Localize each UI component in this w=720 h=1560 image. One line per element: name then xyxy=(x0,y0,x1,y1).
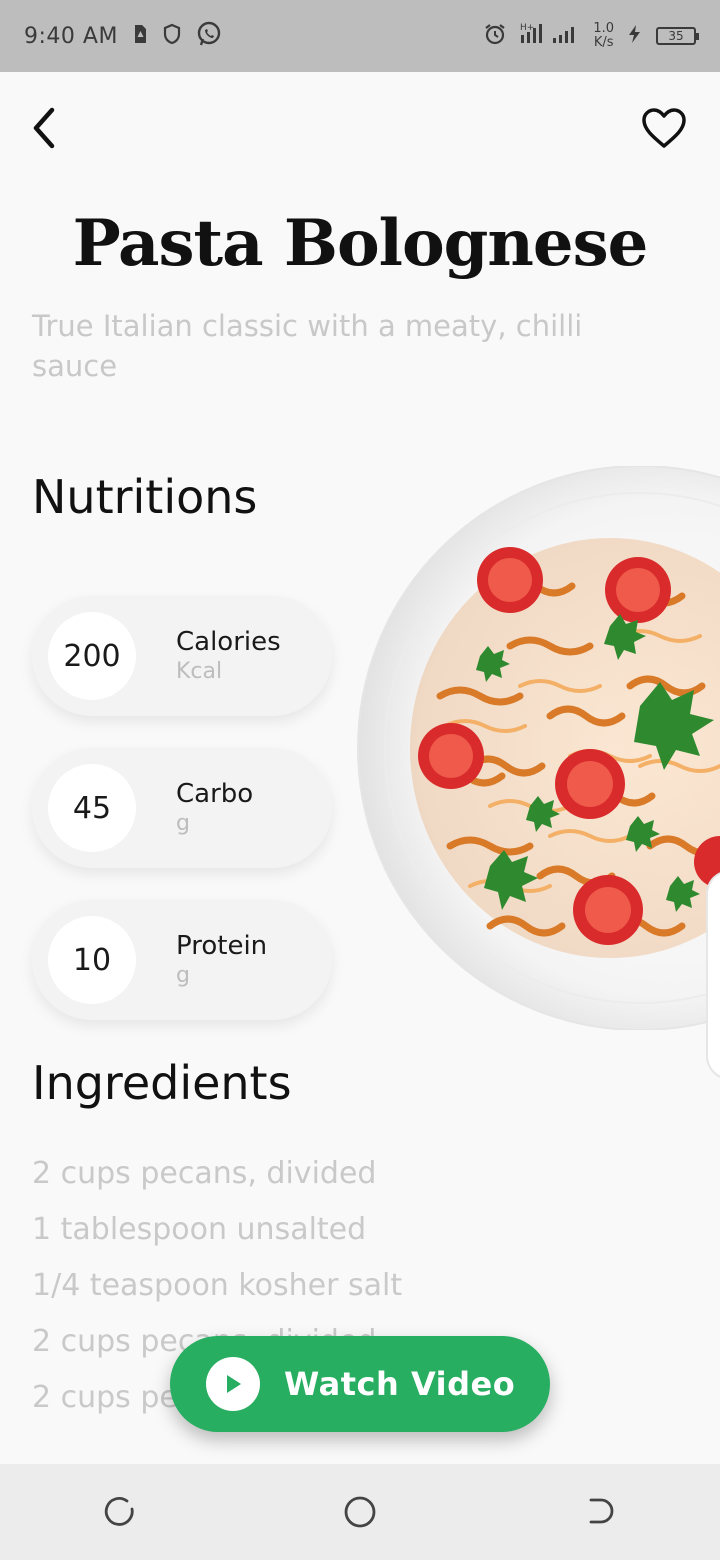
play-icon xyxy=(206,1357,260,1411)
ingredient-item: 2 cups pecans, divided xyxy=(32,1156,377,1191)
home-button[interactable] xyxy=(330,1482,390,1542)
dish-image xyxy=(350,466,720,1030)
home-icon xyxy=(344,1496,376,1528)
sim-icon xyxy=(132,23,148,49)
whatsapp-icon xyxy=(196,21,222,51)
nutrition-name: Carbo xyxy=(176,779,254,809)
nutrition-value: 45 xyxy=(48,764,136,852)
shield-icon xyxy=(162,23,182,49)
favorite-button[interactable] xyxy=(640,106,688,150)
watch-video-label: Watch Video xyxy=(284,1365,516,1403)
nutrition-item-carbo: 45 Carbo g xyxy=(32,748,332,868)
net-speed: 1.0 K/s xyxy=(593,22,614,50)
nutrition-title: Nutritions xyxy=(32,470,258,524)
nutrition-unit: Kcal xyxy=(176,659,223,684)
ingredients-title: Ingredients xyxy=(32,1056,292,1110)
side-drawer-handle[interactable] xyxy=(706,870,720,1080)
status-left: 9:40 AM xyxy=(24,21,222,51)
system-nav-bar xyxy=(0,1464,720,1560)
nutrition-item-calories: 200 Calories Kcal xyxy=(32,596,332,716)
nutrition-value: 10 xyxy=(48,916,136,1004)
nutrition-text: Carbo g xyxy=(176,778,253,838)
chevron-left-icon xyxy=(33,107,55,149)
watch-video-button[interactable]: Watch Video xyxy=(170,1336,550,1432)
ingredient-item: 1/4 teaspoon kosher salt xyxy=(32,1268,403,1303)
alarm-icon xyxy=(483,22,507,50)
nutrition-list: 200 Calories Kcal 45 Carbo g 10 Protein … xyxy=(32,596,332,1052)
heart-icon xyxy=(642,108,686,148)
recipe-title: Pasta Bolognese xyxy=(72,206,649,281)
charging-icon xyxy=(626,24,644,48)
recipe-subtitle: True Italian classic with a meaty, chill… xyxy=(32,309,583,383)
nutrition-unit: g xyxy=(176,963,190,988)
back-nav-button[interactable] xyxy=(570,1482,630,1542)
nutrition-unit: g xyxy=(176,811,190,836)
net-speed-unit: K/s xyxy=(593,35,614,50)
battery-icon: 35 xyxy=(656,27,699,45)
nutrition-text: Protein g xyxy=(176,930,267,990)
svg-text:H+: H+ xyxy=(520,23,534,33)
status-bar: 9:40 AM H+ 1.0 K/s 35 xyxy=(0,0,720,72)
nutrition-value: 200 xyxy=(48,612,136,700)
nutrition-text: Calories Kcal xyxy=(176,626,281,686)
recents-button[interactable] xyxy=(90,1482,150,1542)
nutrition-item-protein: 10 Protein g xyxy=(32,900,332,1020)
recents-icon xyxy=(104,1497,134,1526)
net-speed-value: 1.0 xyxy=(593,21,614,36)
signal-icon: H+ xyxy=(519,21,581,51)
nutrition-name: Calories xyxy=(176,627,281,657)
back-button[interactable] xyxy=(26,104,66,152)
nutrition-name: Protein xyxy=(176,931,268,961)
ingredient-item: 1 tablespoon unsalted xyxy=(32,1212,367,1247)
status-time: 9:40 AM xyxy=(24,23,118,49)
status-right: H+ 1.0 K/s 35 xyxy=(483,21,699,51)
back-icon xyxy=(589,1498,614,1524)
